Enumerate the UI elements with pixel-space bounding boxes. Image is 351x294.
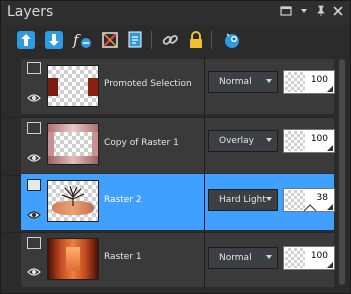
eye-icon[interactable] [27,267,41,277]
panel-bottom-edge [1,289,350,293]
blend-mode-value: Normal [219,253,252,263]
blend-mode-select[interactable]: Normal [208,71,278,93]
opacity-field[interactable]: 100 [283,70,335,94]
blend-mode-value: Overlay [219,136,254,146]
opacity-field[interactable]: 100 [283,129,335,153]
panel-titlebar: Layers [1,1,350,25]
layers-panel: Layers f Promoted Selection Copy of Rast… [0,0,351,294]
opacity-slider-handle[interactable] [327,145,333,151]
opacity-slider-handle[interactable] [327,86,333,92]
layers-list: Promoted Selection Copy of Raster 1 Rast… [3,57,335,289]
blend-mode-value: Normal [219,77,252,87]
opacity-value: 38 [316,193,328,203]
panel-title: Layers [7,4,54,20]
opacity-value: 100 [310,134,328,144]
chevron-down-icon [266,255,272,259]
chevron-down-icon [266,79,272,83]
chevron-down-icon [266,197,272,201]
layers-toolbar: f [1,25,350,57]
toolbar-separator [211,31,212,49]
layer-type-icon [27,122,41,134]
layer-type-icon [27,237,41,249]
layer-type-icon [27,179,41,191]
eye-icon[interactable] [27,210,41,220]
layer-name: Raster 2 [104,195,142,205]
layer-name: Promoted Selection [104,79,192,89]
eye-icon[interactable] [27,93,41,103]
opacity-value: 100 [310,251,328,261]
toolbar-separator [151,31,152,49]
blend-mode-select[interactable]: Hard Light [208,189,278,211]
layer-type-icon [27,62,41,74]
opacity-field[interactable]: 38 [283,188,335,212]
opacity-checker [285,131,305,151]
view-icon[interactable] [221,29,243,51]
svg-text:f: f [72,31,81,49]
opacity-field[interactable]: 100 [283,246,335,270]
lock-icon[interactable] [185,29,207,51]
eye-icon[interactable] [27,153,41,163]
duplicate-layer-icon[interactable] [125,29,147,51]
layer-thumbnail [47,123,99,165]
blend-mode-select[interactable]: Overlay [208,130,278,152]
delete-layer-icon[interactable] [99,29,121,51]
close-icon[interactable] [331,5,345,19]
scrollbar-thumb[interactable] [339,59,345,285]
opacity-slider-handle[interactable] [327,262,333,268]
layer-thumbnail [47,65,99,107]
opacity-checker [285,72,305,92]
blend-mode-select[interactable]: Normal [208,247,278,269]
new-mask-layer-icon[interactable] [43,29,65,51]
layer-name: Copy of Raster 1 [104,138,179,148]
column-divider [204,57,205,289]
layer-thumbnail [47,180,99,222]
panel-dropdown-icon[interactable] [297,5,311,19]
pin-icon[interactable] [314,5,328,19]
opacity-slider-handle[interactable] [327,204,333,210]
link-icon[interactable] [159,29,181,51]
fx-adjust-icon[interactable]: f [71,29,93,51]
opacity-checker [285,248,305,268]
panel-menu-icon[interactable] [279,5,293,19]
chevron-down-icon [266,138,272,142]
new-raster-layer-icon[interactable] [15,29,37,51]
opacity-value: 100 [310,75,328,85]
layer-thumbnail [47,238,99,280]
blend-mode-value: Hard Light [219,195,266,205]
layer-name: Raster 1 [104,252,142,262]
vertical-scrollbar[interactable] [336,57,348,289]
